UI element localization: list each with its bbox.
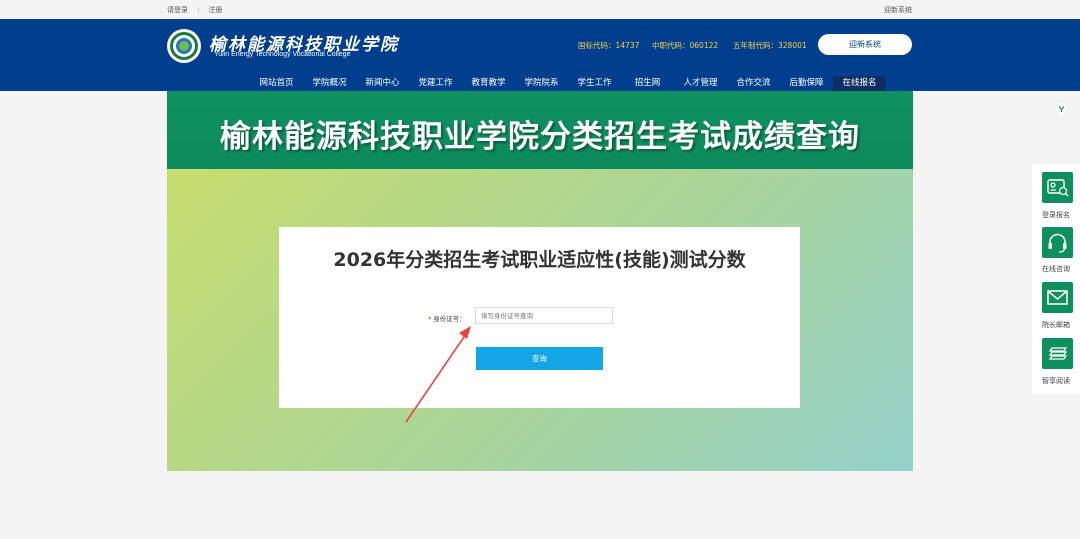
welcome-system-button[interactable]: 迎新系统 xyxy=(818,34,912,55)
top-bar-auth: 请登录 | 注册 xyxy=(167,5,231,15)
login-link[interactable]: 请登录 xyxy=(167,6,188,14)
register-link[interactable]: 注册 xyxy=(208,6,222,14)
nav-item-teaching[interactable]: 教育教学 xyxy=(462,76,515,91)
id-number-label-text: 身份证号： xyxy=(433,315,466,323)
five-year-code: 五年制代码：328001 xyxy=(733,41,807,50)
top-bar: 请登录 | 注册 迎新系统 xyxy=(0,0,1080,19)
nav-item-home[interactable]: 网站首页 xyxy=(250,76,303,91)
side-quick-panel: 登录报名 在线咨询 院长邮箱 智享阅读 xyxy=(1032,164,1080,394)
nav-item-cooperation[interactable]: 合作交流 xyxy=(727,76,780,91)
side-label-online-consult: 在线咨询 xyxy=(1042,265,1070,273)
main-nav: 网站首页 学院概况 新闻中心 党建工作 教育教学 学院院系 学生工作 招生网 人… xyxy=(250,76,886,98)
required-mark: * xyxy=(428,315,432,323)
mail-icon xyxy=(1042,282,1073,313)
query-button[interactable]: 查询 xyxy=(476,347,603,370)
nav-item-departments[interactable]: 学院院系 xyxy=(515,76,568,91)
id-number-label: * 身份证号： xyxy=(428,313,466,323)
form-title: 2026年分类招生考试职业适应性(技能)测试分数 xyxy=(333,249,746,271)
side-label-president-mailbox: 院长邮箱 xyxy=(1042,321,1070,329)
side-label-login-signup: 登录报名 xyxy=(1042,211,1070,219)
divider: | xyxy=(197,6,200,14)
id-card-icon xyxy=(1042,172,1073,203)
id-number-input[interactable] xyxy=(475,307,613,324)
college-logo-icon[interactable] xyxy=(167,29,201,63)
page-title: 榆林能源科技职业学院分类招生考试成绩查询 xyxy=(220,119,860,155)
headset-icon xyxy=(1042,227,1073,258)
nav-item-logistics[interactable]: 后勤保障 xyxy=(780,76,833,91)
side-item-smart-reading[interactable]: 智享阅读 xyxy=(1032,334,1080,392)
site-header: 榆林能源科技职业学院 Yulin Energy Technology Vocat… xyxy=(0,19,1080,98)
secondary-code: 中职代码：060122 xyxy=(652,41,719,50)
nav-item-about[interactable]: 学院概况 xyxy=(303,76,356,91)
nav-item-students[interactable]: 学生工作 xyxy=(568,76,621,91)
side-item-online-consult[interactable]: 在线咨询 xyxy=(1032,222,1080,278)
welcome-system-link[interactable]: 迎新系统 xyxy=(884,5,912,15)
nav-item-news[interactable]: 新闻中心 xyxy=(356,76,409,91)
side-label-smart-reading: 智享阅读 xyxy=(1042,377,1070,385)
side-item-login-signup[interactable]: 登录报名 xyxy=(1032,164,1080,222)
side-item-president-mailbox[interactable]: 院长邮箱 xyxy=(1032,278,1080,334)
nav-item-party[interactable]: 党建工作 xyxy=(409,76,462,91)
nav-item-talent[interactable]: 人才管理 xyxy=(674,76,727,91)
brand-name-en: Yulin Energy Technology Vocational Colle… xyxy=(214,51,351,58)
national-code: 国标代码：14737 xyxy=(578,41,640,50)
mini-app-icon[interactable] xyxy=(1056,103,1067,114)
page-banner: 榆林能源科技职业学院分类招生考试成绩查询 xyxy=(167,91,913,169)
nav-item-admission[interactable]: 招生网 xyxy=(621,76,674,91)
book-stack-icon xyxy=(1042,338,1073,369)
